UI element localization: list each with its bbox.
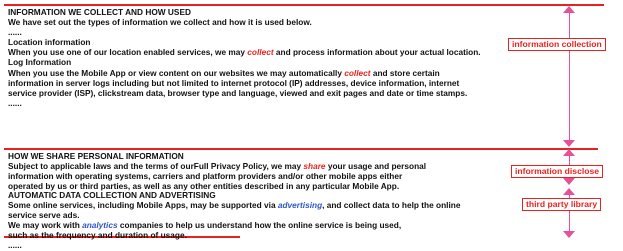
text-segment: ...... (8, 240, 22, 251)
text-segment: information with operating systems, carr… (8, 171, 403, 182)
text-segment: We may work with (8, 220, 83, 231)
text-segment: ...... (8, 27, 22, 38)
highlight-keyword: share (303, 161, 326, 172)
text-segment: Subject to applicable laws and the terms… (8, 161, 304, 172)
text-line: Some online services, including Mobile A… (8, 200, 570, 210)
text-segment: information in server logs including but… (8, 77, 460, 88)
text-line: ...... (8, 27, 570, 37)
text-segment: AUTOMATIC DATA COLLECTION AND ADVERTISIN… (8, 190, 216, 200)
text-line: Log Information (8, 57, 570, 67)
text-segment: ...... (8, 97, 22, 108)
text-segment: service serve ads. (8, 210, 80, 221)
span-arrow-collection (563, 6, 575, 147)
text-line: Location information (8, 37, 570, 47)
text-line: Subject to applicable laws and the terms… (8, 161, 570, 171)
text-segment: your usage and personal (325, 161, 427, 172)
text-segment: service provider (ISP), clickstream data… (8, 87, 468, 98)
separator-line (4, 148, 598, 150)
label-information-disclose: information disclose (511, 165, 604, 178)
text-segment: HOW WE SHARE PERSONAL INFORMATION (8, 151, 184, 161)
text-segment: INFORMATION WE COLLECT AND HOW USED (8, 7, 191, 17)
text-line: service serve ads. (8, 210, 570, 220)
text-segment: , and collect data to help the online (322, 200, 461, 211)
text-segment: We have set out the types of information… (8, 17, 312, 28)
text-segment: companies to help us understand how the … (117, 220, 402, 231)
section-information-collect: INFORMATION WE COLLECT AND HOW USED We ha… (8, 7, 570, 108)
highlight-keyword: collect (344, 67, 371, 78)
text-segment: and process information about your actua… (273, 47, 481, 58)
text-line: We have set out the types of information… (8, 17, 570, 27)
section-advertising: AUTOMATIC DATA COLLECTION AND ADVERTISIN… (8, 190, 570, 251)
arrow-down-icon (563, 178, 575, 185)
text-line: ...... (8, 98, 570, 108)
text-segment: When you use one of our location enabled… (8, 47, 248, 58)
section-heading: AUTOMATIC DATA COLLECTION AND ADVERTISIN… (8, 190, 570, 200)
text-line: such as the frequency and duration of us… (8, 230, 570, 240)
text-segment: Log Information (8, 57, 72, 68)
text-line: We may work with analytics companies to … (8, 220, 570, 230)
text-segment: Location information (8, 37, 91, 48)
text-line: When you use one of our location enabled… (8, 47, 570, 57)
section-information-share: HOW WE SHARE PERSONAL INFORMATION Subject… (8, 151, 570, 191)
text-line: information with operating systems, carr… (8, 171, 570, 181)
text-line: information in server logs including but… (8, 78, 570, 88)
highlight-keyword: collect (247, 47, 274, 58)
highlight-keyword: advertising (277, 200, 323, 211)
text-segment: and store certain (370, 67, 440, 78)
text-segment: When you use the Mobile App or view cont… (8, 67, 345, 78)
text-line: service provider (ISP), clickstream data… (8, 88, 570, 98)
arrow-down-icon (563, 231, 575, 238)
text-line: ...... (8, 240, 570, 250)
section-heading: INFORMATION WE COLLECT AND HOW USED (8, 7, 570, 17)
section-heading: HOW WE SHARE PERSONAL INFORMATION (8, 151, 570, 161)
text-line: When you use the Mobile App or view cont… (8, 68, 570, 78)
text-segment: Some online services, including Mobile A… (8, 200, 278, 211)
label-third-party-library: third party library (522, 198, 602, 211)
separator-line (4, 4, 604, 6)
span-arrow-third-party (563, 188, 575, 238)
arrow-down-icon (563, 140, 575, 147)
label-information-collection: information collection (508, 38, 606, 51)
text-segment: such as the frequency and duration of us… (8, 230, 187, 241)
highlight-keyword: analytics (82, 220, 118, 231)
